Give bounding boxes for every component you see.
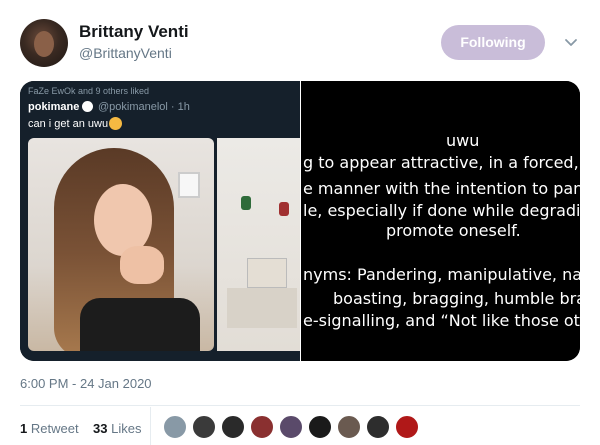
avatar-face [34,31,54,57]
liker-avatar[interactable] [337,415,361,439]
tweet-header: Brittany Venti @BrittanyVenti Following [0,0,600,80]
definition-line-2: g to appear attractive, in a forced, p [303,153,580,172]
liker-avatar[interactable] [395,415,419,439]
definition-line-7: boasting, bragging, humble braggi [333,289,580,308]
verified-icon [82,101,93,112]
smiling-face-icon [109,117,122,130]
chevron-down-icon[interactable] [563,34,579,50]
liker-avatar[interactable] [279,415,303,439]
quoted-tweet-text: can i get an uwu [28,118,109,130]
likes-count: 33 [93,421,108,436]
photo-box [247,258,287,288]
author-handle[interactable]: @BrittanyVenti [79,45,172,61]
photo-hand [120,246,164,284]
tweet-stats: 1 Retweet 33 Likes [20,421,141,436]
author-avatar[interactable] [20,19,68,67]
author-name[interactable]: Brittany Venti [79,22,189,42]
liker-avatar[interactable] [250,415,274,439]
photo-shelf [227,288,297,328]
wall-decor-green [241,196,251,210]
definition-line-4: le, especially if done while degradin [303,201,580,220]
likes-stat[interactable]: 33 Likes [93,421,141,436]
likes-label: Likes [111,421,142,436]
photo-top [80,298,200,351]
liked-by-text: FaZe EwOk and 9 others liked [28,86,150,96]
stats-divider [150,407,151,445]
tweet-media[interactable]: FaZe EwOk and 9 others liked pokimane @p… [20,81,580,361]
wall-decor-red [279,202,289,216]
liker-avatars [163,415,433,441]
retweet-count: 1 [20,421,28,436]
definition-line-5: promote oneself. [386,221,521,240]
liker-avatar[interactable] [366,415,390,439]
stats-separator [20,405,580,406]
definition-line-6: nyms: Pandering, manipulative, nar [303,265,580,284]
tweet-timestamp[interactable]: 6:00 PM - 24 Jan 2020 [20,376,152,391]
default-avatar-icon[interactable] [163,415,187,439]
quoted-photo-2 [217,138,300,351]
quoted-author-handle: @pokimanelol · 1h [98,101,190,113]
quoted-author-name: pokimane [28,101,80,113]
liker-avatar[interactable] [308,415,332,439]
retweet-stat[interactable]: 1 Retweet [20,421,79,436]
following-button[interactable]: Following [441,25,545,60]
definition-line-3: e manner with the intention to pand [303,179,580,198]
wall-frame [178,172,200,198]
definition-line-1: uwu [446,131,480,150]
definition-image[interactable]: uwu g to appear attractive, in a forced,… [301,81,580,361]
quoted-tweet-screenshot[interactable]: FaZe EwOk and 9 others liked pokimane @p… [20,81,300,361]
liker-avatar[interactable] [221,415,245,439]
liker-avatar[interactable] [192,415,216,439]
quoted-photo-1 [28,138,214,351]
definition-line-8: e-signalling, and “Not like those oth [303,311,580,330]
retweet-label: Retweet [30,421,79,436]
